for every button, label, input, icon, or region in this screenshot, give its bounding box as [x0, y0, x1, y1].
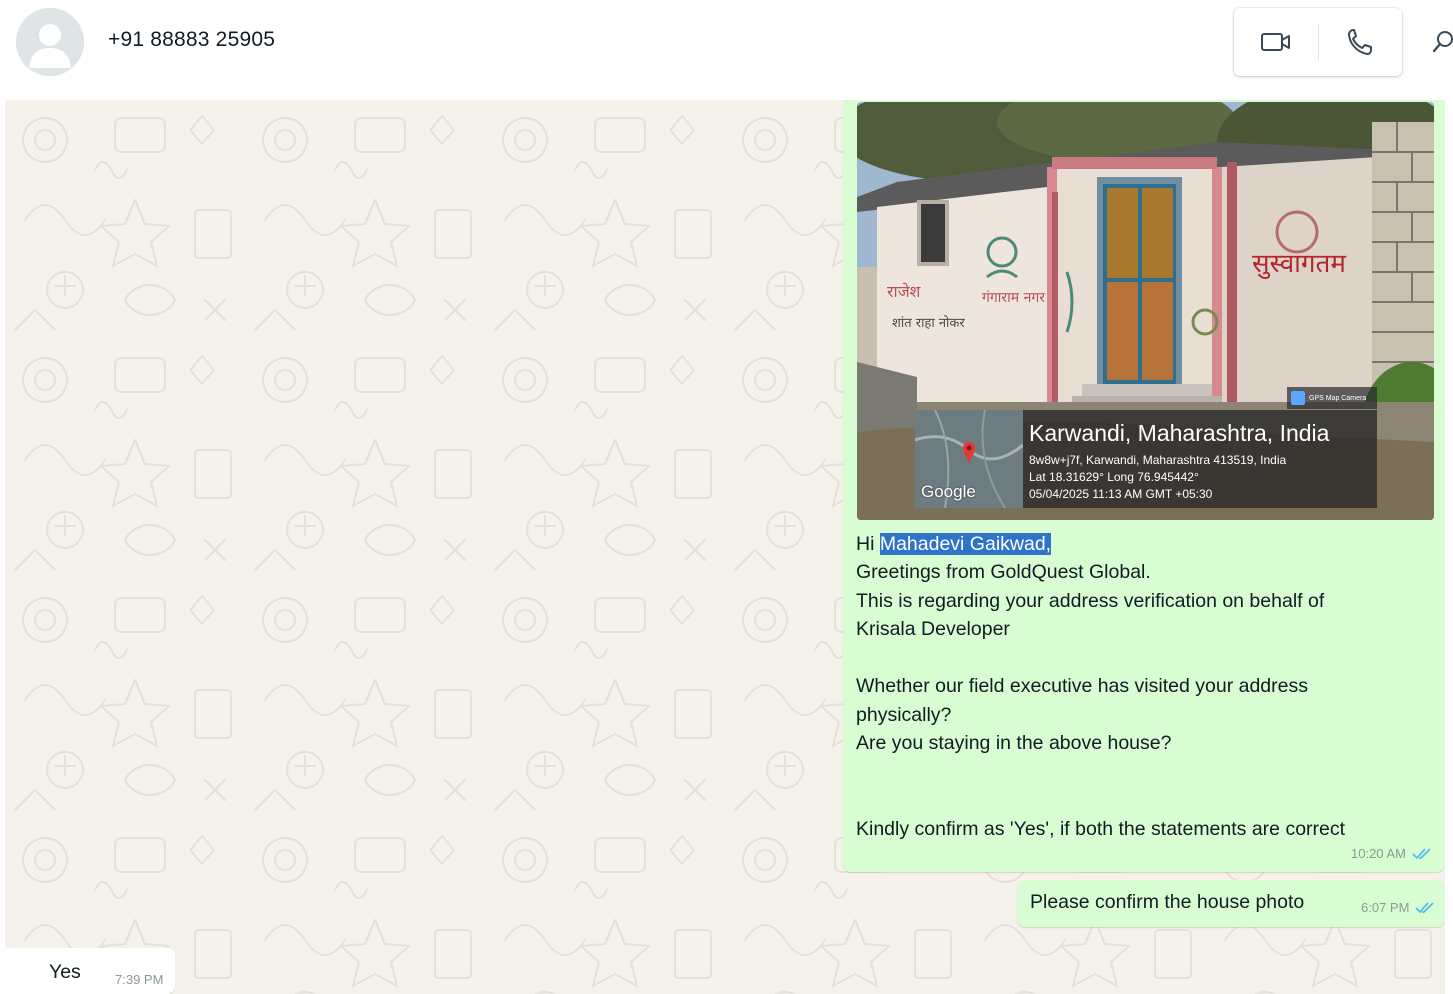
gps-camera-icon — [1291, 391, 1305, 405]
wall-text-2: राजेश — [887, 282, 922, 301]
map-label: Google — [921, 482, 976, 501]
video-camera-icon — [1261, 33, 1290, 51]
chat-header: +91 88883 25905 — [0, 0, 1453, 100]
message-time: 6:07 PM — [1361, 900, 1410, 915]
wall-text-3: गंगाराम नगर — [982, 290, 1045, 306]
sent-message-with-photo[interactable]: सुस्वागतम राजेश गंगाराम नगर शांत राहा नो… — [843, 100, 1445, 872]
message-time: 10:20 AM — [1351, 846, 1406, 861]
geo-tag-overlay: Karwandi, Maharashtra, India 8w8w+j7f, K… — [1023, 410, 1377, 508]
geo-timestamp: 05/04/2025 11:13 AM GMT +05:30 — [1029, 487, 1213, 501]
message-text: Please confirm the house photo — [1030, 891, 1305, 913]
message-line: Are you staying in the above house? — [856, 732, 1172, 754]
search-button[interactable] — [1428, 28, 1453, 60]
wall-text-welcome: सुस्वागतम — [1252, 249, 1346, 279]
contact-name[interactable]: +91 88883 25905 — [108, 28, 275, 52]
message-line: Whether our field executive has visited … — [856, 675, 1308, 697]
chat-area[interactable]: सुस्वागतम राजेश गंगाराम नगर शांत राहा नो… — [5, 100, 1445, 994]
received-message[interactable]: Yes 7:39 PM — [5, 948, 175, 994]
selected-contact-name[interactable]: Mahadevi Gaikwad, — [879, 533, 1052, 555]
double-check-read-icon — [1415, 901, 1435, 914]
greeting-prefix: Hi — [856, 533, 880, 555]
house-photo[interactable]: सुस्वागतम राजेश गंगाराम नगर शांत राहा नो… — [857, 102, 1434, 520]
message-line: Krisala Developer — [856, 618, 1010, 640]
default-avatar-icon — [16, 8, 84, 76]
double-check-read-icon — [1412, 847, 1432, 860]
call-button-group — [1234, 8, 1402, 76]
message-line: Greetings from GoldQuest Global. — [856, 561, 1151, 583]
message-line: physically? — [856, 704, 952, 726]
geo-address: 8w8w+j7f, Karwandi, Maharashtra 413519, … — [1029, 453, 1287, 467]
message-line: Kindly confirm as 'Yes', if both the sta… — [856, 818, 1346, 840]
search-icon — [1432, 31, 1453, 53]
map-thumbnail: Google — [915, 410, 1023, 508]
wall-text-4: शांत राहा नोकर — [892, 315, 965, 331]
gps-camera-badge: GPS Map Camera — [1287, 387, 1377, 409]
message-text: Yes — [49, 961, 81, 983]
voice-call-button[interactable] — [1318, 8, 1402, 76]
message-meta: 6:07 PM — [1361, 900, 1435, 915]
message-line: This is regarding your address verificat… — [856, 590, 1325, 612]
video-call-button[interactable] — [1234, 8, 1318, 76]
phone-icon — [1348, 29, 1372, 55]
sent-message[interactable]: Please confirm the house photo 6:07 PM — [1017, 880, 1445, 927]
message-meta: 7:39 PM — [115, 972, 163, 987]
contact-avatar[interactable] — [16, 8, 84, 76]
message-time: 7:39 PM — [115, 972, 164, 987]
geo-location-title: Karwandi, Maharashtra, India — [1029, 420, 1330, 446]
message-meta: 10:20 AM — [1351, 846, 1432, 861]
gps-badge-label: GPS Map Camera — [1309, 394, 1367, 402]
message-line-greeting[interactable]: Hi Mahadevi Gaikwad, — [856, 530, 1052, 558]
geo-coordinates: Lat 18.31629° Long 76.945442° — [1029, 470, 1199, 484]
